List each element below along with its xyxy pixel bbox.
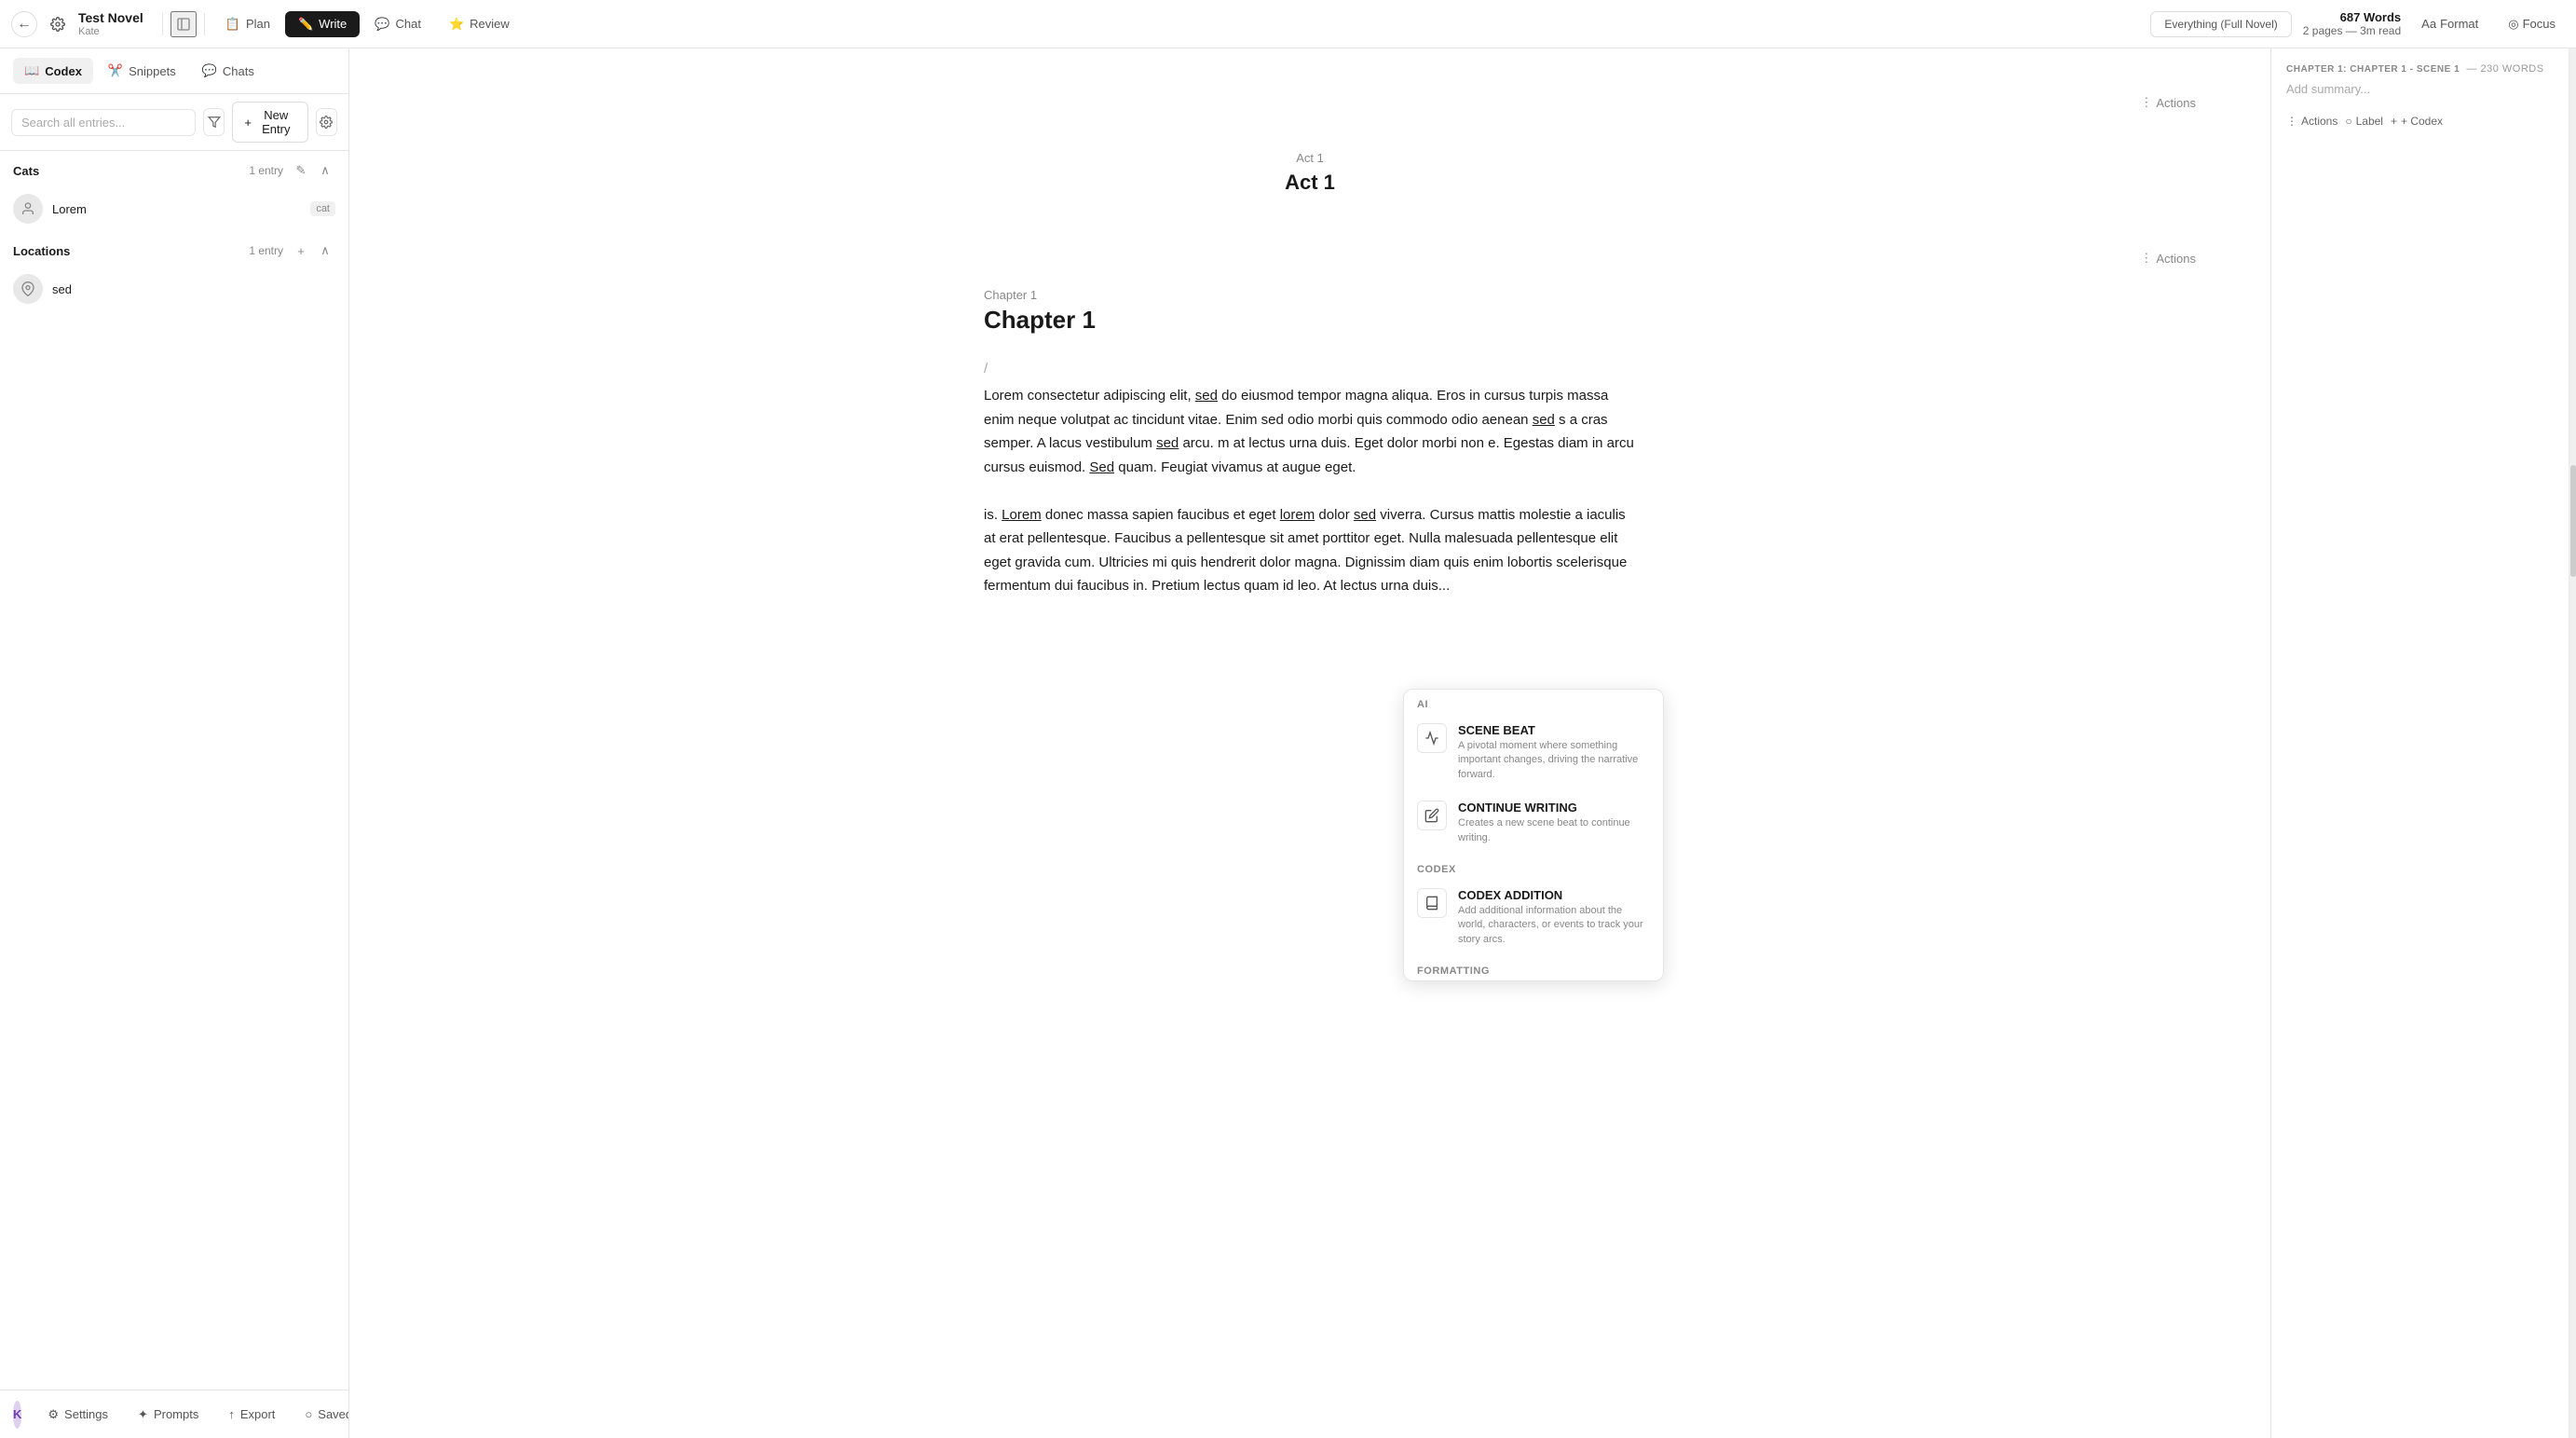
codex-icon: 📖 [24,63,39,78]
act-actions-button[interactable]: ⋮ Actions [2140,95,2196,110]
word-count: 687 Words 2 pages — 3m read [2303,10,2401,37]
tab-review[interactable]: ⭐ Review [436,11,523,37]
format-icon: Aa [2421,17,2436,31]
focus-icon: ◎ [2508,17,2518,32]
new-entry-button[interactable]: + New Entry [232,102,307,143]
settings-icon: ⚙ [48,1407,59,1422]
ellipsis-icon: ⋮ [2140,95,2152,110]
plus-icon: + [2391,115,2397,128]
collapse-locations-button[interactable]: ∧ [315,240,335,261]
sidebar-content: Cats 1 entry ✎ ∧ Lorem cat [0,151,348,1390]
collapse-cats-button[interactable]: ∧ [315,160,335,181]
tab-plan[interactable]: 📋 Plan [212,11,283,37]
rp-actions-row: ⋮ Actions ○ Label + + Codex [2286,111,2554,131]
prompts-button[interactable]: ✦ Prompts [130,1402,206,1428]
right-panel: CHAPTER 1: CHAPTER 1 - SCENE 1 — 230 Wor… [2270,48,2569,1438]
sidebar-tab-snippets[interactable]: ✂️ Snippets [97,58,187,84]
plan-icon: 📋 [225,17,240,32]
sidebar-gear-button[interactable] [316,108,337,136]
rp-codex-button[interactable]: + + Codex [2391,111,2443,131]
bottom-bar: K ⚙ Settings ✦ Prompts ↑ Export ○ Saved [0,1390,348,1438]
scene-beat-icon [1417,723,1447,753]
ellipsis-icon: ⋮ [2286,115,2297,128]
nav-divider-2 [204,13,205,35]
sidebar-section-locations: Locations 1 entry + ∧ sed [0,231,348,311]
list-item[interactable]: sed [0,267,348,311]
rp-summary-placeholder[interactable]: Add summary... [2286,82,2554,96]
popup-item-codex-addition[interactable]: CODEX ADDITION Add additional informatio… [1404,879,1663,956]
sidebar-tab-codex[interactable]: 📖 Codex [13,58,93,84]
codex-addition-icon [1417,888,1447,918]
novel-author: Kate [78,26,143,37]
collapse-sidebar-button[interactable] [170,11,197,37]
locations-section-actions: + ∧ [291,240,335,261]
slash-command-menu: AI SCENE BEAT A pivotal moment where som… [1403,689,1664,981]
saved-icon: ○ [305,1407,312,1421]
cats-section-actions: ✎ ∧ [291,160,335,181]
filter-button[interactable] [203,108,225,136]
plus-icon: + [244,116,252,130]
label-icon: ○ [2345,115,2351,128]
rp-chapter-label: CHAPTER 1: CHAPTER 1 - SCENE 1 — 230 Wor… [2286,63,2554,75]
scrollbar-track[interactable] [2569,48,2576,1438]
settings-button[interactable]: ⚙ Settings [40,1402,116,1428]
saved-button[interactable]: ○ Saved [297,1402,349,1427]
snippets-icon: ✂️ [108,63,123,78]
export-icon: ↑ [228,1407,235,1421]
slash-input[interactable]: / [984,353,1636,384]
chats-icon: 💬 [202,63,217,78]
sidebar-search-row: + New Entry [0,94,348,151]
app-settings-button[interactable] [45,11,71,37]
back-button[interactable]: ← [11,11,37,37]
chapter-actions-button[interactable]: ⋮ Actions [2140,251,2196,266]
scene-body[interactable]: Lorem consectetur adipiscing elit, sed d… [984,384,1636,598]
format-button[interactable]: Aa Format [2412,11,2487,36]
main-nav-tabs: 📋 Plan ✏️ Write 💬 Chat ⭐ Review [212,11,523,37]
scrollbar-thumb[interactable] [2570,465,2576,577]
view-mode-button[interactable]: Everything (Full Novel) [2150,11,2291,37]
continue-writing-icon [1417,801,1447,830]
editor-area[interactable]: Act 1 Act 1 ⋮ Actions Chapter 1 Chapte [349,48,2270,1438]
prompts-icon: ✦ [138,1407,148,1422]
novel-title: Test Novel [78,10,143,26]
sidebar-tabs: 📖 Codex ✂️ Snippets 💬 Chats [0,48,348,94]
add-location-button[interactable]: + [291,240,311,261]
export-button[interactable]: ↑ Export [221,1402,282,1427]
avatar [13,194,43,224]
sidebar-tab-chats[interactable]: 💬 Chats [191,58,266,84]
write-icon: ✏️ [298,17,313,32]
search-input[interactable] [11,109,196,136]
chat-icon: 💬 [375,17,389,32]
rp-label-button[interactable]: ○ Label [2345,111,2383,131]
cats-section-header: Cats 1 entry ✎ ∧ [0,151,348,186]
app-title: Test Novel Kate [78,10,143,37]
chapter-section: Chapter 1 Chapter 1 [984,251,1636,344]
popup-item-continue-writing[interactable]: CONTINUE WRITING Creates a new scene bea… [1404,791,1663,855]
popup-item-scene-beat[interactable]: SCENE BEAT A pivotal moment where someth… [1404,714,1663,791]
user-avatar: K [13,1401,21,1429]
main-area: 📖 Codex ✂️ Snippets 💬 Chats + New Entry [0,48,2576,1438]
focus-button[interactable]: ◎ Focus [2499,11,2565,37]
tab-chat[interactable]: 💬 Chat [361,11,434,37]
nav-right: Everything (Full Novel) 687 Words 2 page… [2150,10,2565,37]
avatar [13,274,43,304]
sidebar: 📖 Codex ✂️ Snippets 💬 Chats + New Entry [0,48,349,1438]
nav-divider [162,13,163,35]
top-nav: ← Test Novel Kate 📋 Plan ✏️ Write 💬 Chat… [0,0,2576,48]
content-area: Act 1 Act 1 ⋮ Actions Chapter 1 Chapte [349,48,2576,1438]
review-icon: ⭐ [449,17,464,32]
tab-write[interactable]: ✏️ Write [285,11,360,37]
ellipsis-icon: ⋮ [2140,251,2152,266]
list-item[interactable]: Lorem cat [0,186,348,231]
sidebar-section-cats: Cats 1 entry ✎ ∧ Lorem cat [0,151,348,231]
act-header: Act 1 Act 1 [984,95,1636,213]
edit-cats-button[interactable]: ✎ [291,160,311,181]
rp-actions-button[interactable]: ⋮ Actions [2286,111,2337,131]
locations-section-header: Locations 1 entry + ∧ [0,231,348,267]
